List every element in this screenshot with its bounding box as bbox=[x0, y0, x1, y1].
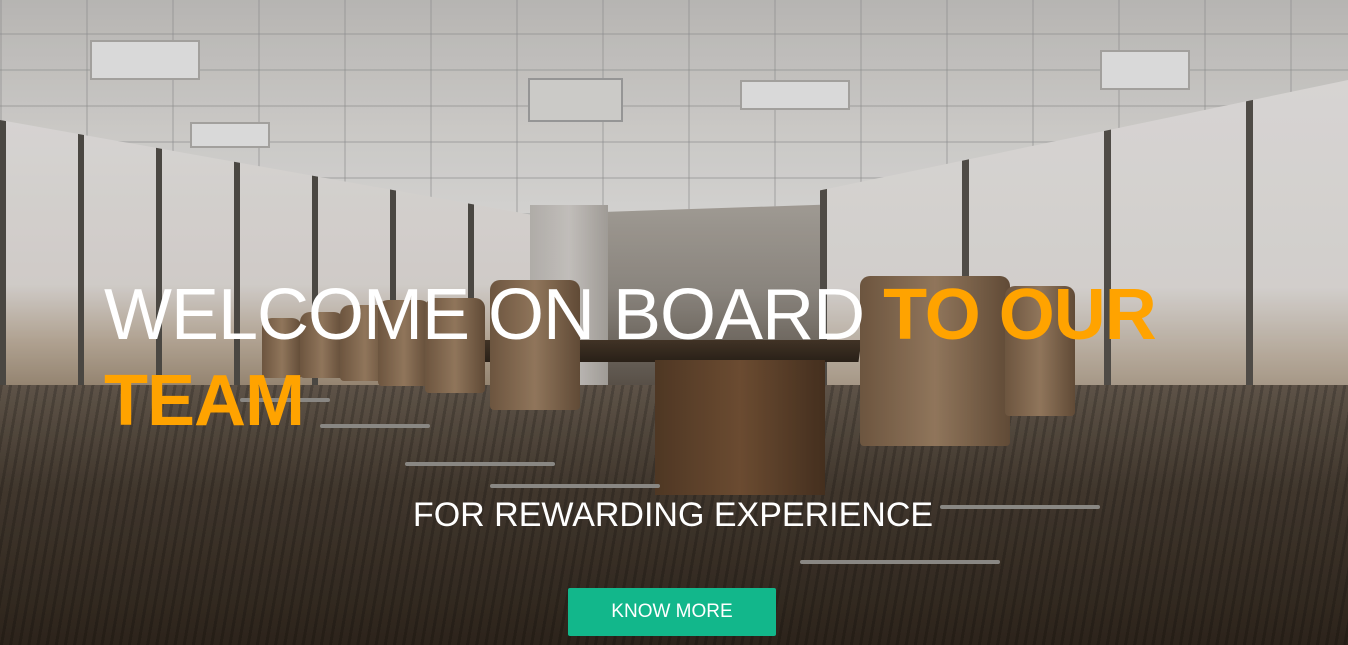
hero-section: WELCOME ON BOARD TO OUR TEAM FOR REWARDI… bbox=[0, 0, 1348, 645]
hero-subheadline: FOR REWARDING EXPERIENCE bbox=[0, 496, 1348, 535]
hero-content: WELCOME ON BOARD TO OUR TEAM FOR REWARDI… bbox=[0, 0, 1348, 645]
hero-headline: WELCOME ON BOARD TO OUR TEAM bbox=[104, 272, 1254, 444]
headline-text: WELCOME ON BOARD bbox=[104, 275, 884, 355]
subheadline-text: FOR REWARDING EXPERIENCE bbox=[412, 496, 934, 534]
know-more-button[interactable]: KNOW MORE bbox=[568, 588, 776, 636]
